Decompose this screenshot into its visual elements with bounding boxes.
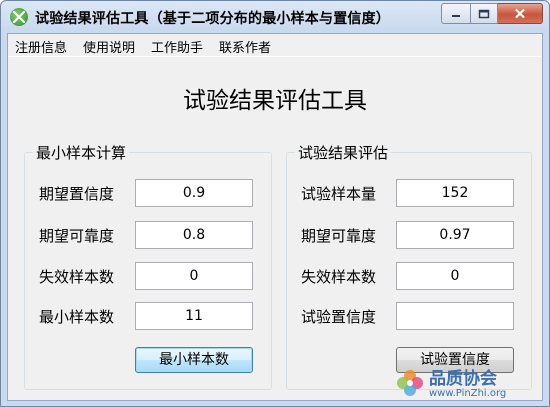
app-window: 试验结果评估工具（基于二项分布的最小样本与置信度） 注册信息 使用说明 工作助手… [0,0,550,407]
test-confidence-output[interactable] [396,302,514,330]
minimize-icon [452,14,460,17]
page-title: 试验结果评估工具 [183,88,367,114]
eval-group-label: 试验结果评估 [295,142,392,163]
close-button[interactable] [498,3,543,24]
eval-expected-reliability-label: 期望可靠度 [301,227,377,245]
eval-group: 试验结果评估 试验样本量 152 期望可靠度 0.97 失效样本数 0 试验置信… [286,142,532,390]
client-area: 注册信息 使用说明 工作助手 联系作者 试验结果评估工具 最小样本计算 期望置信… [7,33,543,401]
app-icon [10,8,28,26]
expected-confidence-label: 期望置信度 [39,185,115,203]
watermark-url: www.PinZhi.org [429,388,507,399]
min-sample-size-output[interactable]: 11 [135,302,253,330]
expected-confidence-input[interactable]: 0.9 [135,179,253,207]
failure-count-label: 失效样本数 [39,268,115,286]
watermark-name: 品质协会 [429,369,497,389]
flower-logo-icon [397,370,423,396]
menu-contact-author[interactable]: 联系作者 [212,34,280,56]
minimize-button[interactable] [441,3,471,24]
eval-failure-count-input[interactable]: 0 [396,262,514,290]
menu-registration[interactable]: 注册信息 [8,34,76,56]
test-sample-size-label: 试验样本量 [301,185,377,203]
min-sample-size-label: 最小样本数 [39,308,115,326]
eval-failure-count-label: 失效样本数 [301,268,377,286]
menu-work-assistant[interactable]: 工作助手 [144,34,212,56]
expected-reliability-label: 期望可靠度 [39,227,115,245]
window-title: 试验结果评估工具（基于二项分布的最小样本与置信度） [35,11,390,27]
maximize-icon [478,9,490,18]
menu-instructions[interactable]: 使用说明 [76,34,144,56]
failure-count-input[interactable]: 0 [135,262,253,290]
min-sample-group-label: 最小样本计算 [33,142,130,163]
title-bar[interactable]: 试验结果评估工具（基于二项分布的最小样本与置信度） [1,1,549,33]
test-confidence-label: 试验置信度 [301,308,377,326]
test-sample-size-input[interactable]: 152 [396,179,514,207]
eval-expected-reliability-input[interactable]: 0.97 [396,221,514,249]
calc-min-sample-button[interactable]: 最小样本数 [135,347,253,373]
maximize-button[interactable] [471,3,498,24]
menu-bar: 注册信息 使用说明 工作助手 联系作者 [8,34,542,57]
expected-reliability-input[interactable]: 0.8 [135,221,253,249]
min-sample-group: 最小样本计算 期望置信度 0.9 期望可靠度 0.8 失效样本数 0 最小样本数… [24,142,272,390]
close-icon [515,8,525,19]
watermark: 品质协会 www.PinZhi.org [395,364,545,404]
